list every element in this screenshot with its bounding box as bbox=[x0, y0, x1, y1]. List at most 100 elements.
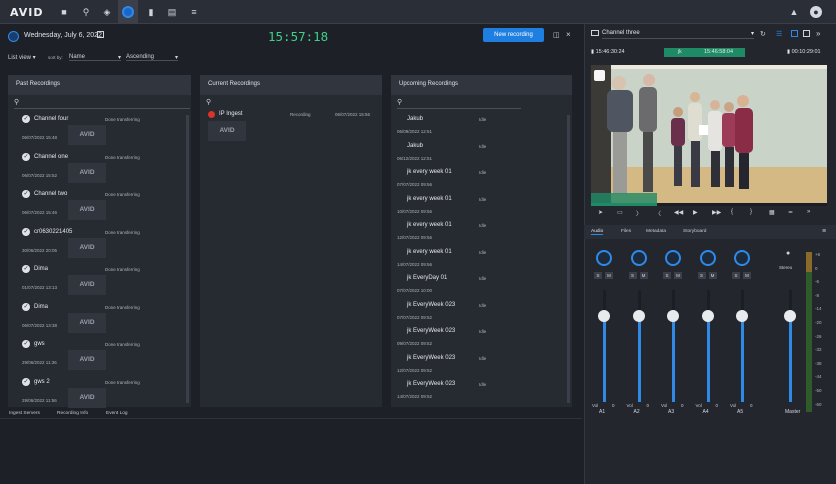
mute-button[interactable]: M bbox=[605, 272, 613, 279]
solo-button[interactable]: S bbox=[732, 272, 740, 279]
timeline-bar[interactable] bbox=[591, 203, 827, 206]
upcoming-recording-item[interactable]: jk EveryWeek 023 Idle 14/07/2022 09:52 bbox=[391, 381, 571, 407]
mark-in-icon[interactable]: ➤ bbox=[598, 209, 603, 216]
calendar-icon[interactable] bbox=[97, 31, 104, 38]
past-recording-item[interactable]: ✓ gws Done transferring 29/06/2022 11:36 AVI… bbox=[8, 338, 198, 375]
refresh-icon[interactable]: ↻ bbox=[760, 30, 766, 38]
tab-audio[interactable]: Audio bbox=[591, 229, 604, 235]
fast-forward-icon[interactable]: ▶▶ bbox=[712, 209, 721, 216]
tools-icon[interactable]: ◈ bbox=[101, 6, 113, 18]
upcoming-search-input[interactable]: ⚲ bbox=[397, 99, 521, 109]
dock-icon[interactable]: ◫ bbox=[553, 31, 560, 39]
in-point-icon[interactable]: { bbox=[731, 209, 733, 215]
fader-track[interactable] bbox=[603, 290, 606, 402]
pan-knob[interactable] bbox=[596, 250, 612, 266]
menu-icon[interactable]: ≡ bbox=[188, 6, 200, 18]
solo-button[interactable]: S bbox=[628, 272, 637, 279]
video-player[interactable] bbox=[591, 65, 827, 203]
folder-icon[interactable]: ■ bbox=[58, 6, 70, 18]
go-to-out-icon[interactable]: 〈 bbox=[655, 209, 661, 218]
upcoming-recording-item[interactable]: jk EveryWeek 023 Idle 07/07/2022 09:52 bbox=[391, 302, 571, 328]
master-fader-knob[interactable] bbox=[784, 310, 796, 322]
play-icon[interactable]: ▶ bbox=[693, 209, 698, 216]
upcoming-recording-item[interactable]: Jakub Idle 06/12/2022 12:51 bbox=[391, 143, 571, 169]
sort-order-value: Ascending bbox=[126, 54, 155, 60]
list-icon[interactable]: ▤ bbox=[166, 6, 178, 18]
mute-button[interactable]: M bbox=[743, 272, 751, 279]
fader-knob[interactable] bbox=[701, 310, 714, 322]
solo-button[interactable]: S bbox=[663, 272, 671, 279]
past-recording-item[interactable]: ✓ Channel one Done transferring 06/07/2022 … bbox=[8, 151, 198, 188]
past-recording-item[interactable]: ✓ gws 2 Done transferring 29/06/2022 11:56 A… bbox=[8, 376, 198, 413]
more-icon[interactable]: » bbox=[807, 209, 810, 215]
mute-button[interactable]: M bbox=[708, 272, 717, 279]
past-recording-item[interactable]: ✓ Channel two Done transferring 06/07/2022 … bbox=[8, 188, 198, 225]
list-view-select[interactable]: List view ▾ bbox=[8, 54, 36, 61]
upcoming-recording-item[interactable]: Jakub Idle 06/09/2022 12:51 bbox=[391, 116, 571, 142]
tab-ingest-servers[interactable]: Ingest Servers bbox=[9, 411, 40, 416]
upcoming-recording-item[interactable]: jk every week 01 Idle 14/07/2022 09:56 bbox=[391, 249, 571, 275]
speed-icon[interactable]: ≃ bbox=[788, 209, 793, 216]
out-point-icon[interactable]: } bbox=[750, 209, 752, 215]
past-recording-item[interactable]: ✓ cr0630221405 Done transferring 30/06/2022… bbox=[8, 226, 198, 263]
solo-button[interactable]: S bbox=[594, 272, 602, 279]
mic-icon: ● bbox=[786, 250, 791, 257]
past-search-input[interactable]: ⚲ bbox=[14, 99, 190, 109]
frame-icon[interactable]: ▦ bbox=[769, 209, 775, 216]
user-avatar-icon[interactable]: ● bbox=[810, 6, 822, 18]
tab-storyboard[interactable]: Storyboard bbox=[683, 229, 706, 234]
pan-knob[interactable] bbox=[699, 250, 716, 266]
master-fader-track[interactable] bbox=[789, 290, 792, 402]
mute-button[interactable]: M bbox=[639, 272, 648, 279]
pan-knob[interactable] bbox=[665, 250, 681, 266]
past-recording-item[interactable]: ✓ Dima Done transferring 06/07/2022 13:38 AV… bbox=[8, 301, 198, 338]
capture-app-button[interactable] bbox=[118, 0, 138, 24]
search-icon: ⚲ bbox=[14, 99, 20, 106]
bookmark-icon[interactable]: ▮ bbox=[145, 6, 157, 18]
upcoming-recording-item[interactable]: jk every week 01 Idle 10/07/2022 09:56 bbox=[391, 196, 571, 222]
export-icon[interactable] bbox=[803, 30, 810, 37]
fader-knob[interactable] bbox=[598, 310, 610, 322]
fader-track[interactable] bbox=[672, 290, 675, 402]
fullscreen-icon[interactable] bbox=[791, 30, 798, 37]
fader-knob[interactable] bbox=[632, 310, 645, 322]
clip-icon[interactable]: ▭ bbox=[617, 209, 623, 216]
fader-knob[interactable] bbox=[667, 310, 679, 322]
past-recording-item[interactable]: ✓ Dima Done transferring 01/07/2022 13:13 AV… bbox=[8, 263, 198, 300]
upcoming-recording-item[interactable]: jk every week 01 Idle 07/07/2022 09:56 bbox=[391, 169, 571, 195]
tab-metadata[interactable]: Metadata bbox=[646, 229, 666, 234]
mute-button[interactable]: M bbox=[674, 272, 682, 279]
tab-recording-info[interactable]: Recording Info bbox=[57, 411, 88, 416]
fader-track[interactable] bbox=[741, 290, 744, 402]
current-recording-item[interactable]: IP Ingest Recording 06/07/2022 15:56 AVI… bbox=[200, 108, 382, 148]
new-recording-button[interactable]: New recording bbox=[483, 28, 544, 42]
fader-track[interactable] bbox=[637, 290, 641, 402]
tab-files[interactable]: Files bbox=[621, 229, 631, 234]
upcoming-recording-item[interactable]: jk EveryWeek 023 Idle 12/07/2022 09:52 bbox=[391, 355, 571, 381]
past-scrollbar[interactable] bbox=[186, 115, 189, 403]
past-recording-item[interactable]: ✓ Channel four Done transferring 06/07/2022… bbox=[8, 113, 198, 150]
channel-select[interactable]: Channel three ▾ bbox=[602, 30, 754, 39]
upcoming-name: jk every week 01 bbox=[407, 169, 452, 175]
solo-button[interactable]: S bbox=[697, 272, 706, 279]
sort-order-select[interactable]: Ascending ▾ bbox=[126, 54, 178, 61]
stereo-label[interactable]: Stereo bbox=[779, 265, 792, 270]
fader-track[interactable] bbox=[706, 290, 710, 402]
pan-knob[interactable] bbox=[734, 250, 750, 266]
pan-knob[interactable] bbox=[630, 250, 647, 266]
upcoming-scrollbar[interactable] bbox=[567, 115, 570, 403]
close-icon[interactable]: × bbox=[566, 30, 571, 39]
rewind-icon[interactable]: ◀◀ bbox=[674, 209, 683, 216]
sort-field-select[interactable]: Name ▾ bbox=[69, 54, 121, 61]
upcoming-recording-item[interactable]: jk EveryDay 01 Idle 07/07/2022 10:00 bbox=[391, 275, 571, 301]
audio-menu-icon[interactable]: ≡ bbox=[822, 228, 826, 235]
notification-icon[interactable]: ▲ bbox=[788, 6, 800, 18]
go-to-in-icon[interactable]: 〉 bbox=[636, 209, 642, 218]
layout-icon[interactable]: ☰ bbox=[776, 30, 782, 38]
upcoming-recording-item[interactable]: jk every week 01 Idle 12/07/2022 09:56 bbox=[391, 222, 571, 248]
fader-knob[interactable] bbox=[736, 310, 748, 322]
search-icon[interactable]: ⚲ bbox=[80, 6, 92, 18]
collapse-icon[interactable]: » bbox=[816, 29, 820, 38]
upcoming-recording-item[interactable]: jk EveryWeek 023 Idle 09/07/2022 09:52 bbox=[391, 328, 571, 354]
tab-event-log[interactable]: Event Log bbox=[106, 411, 128, 416]
